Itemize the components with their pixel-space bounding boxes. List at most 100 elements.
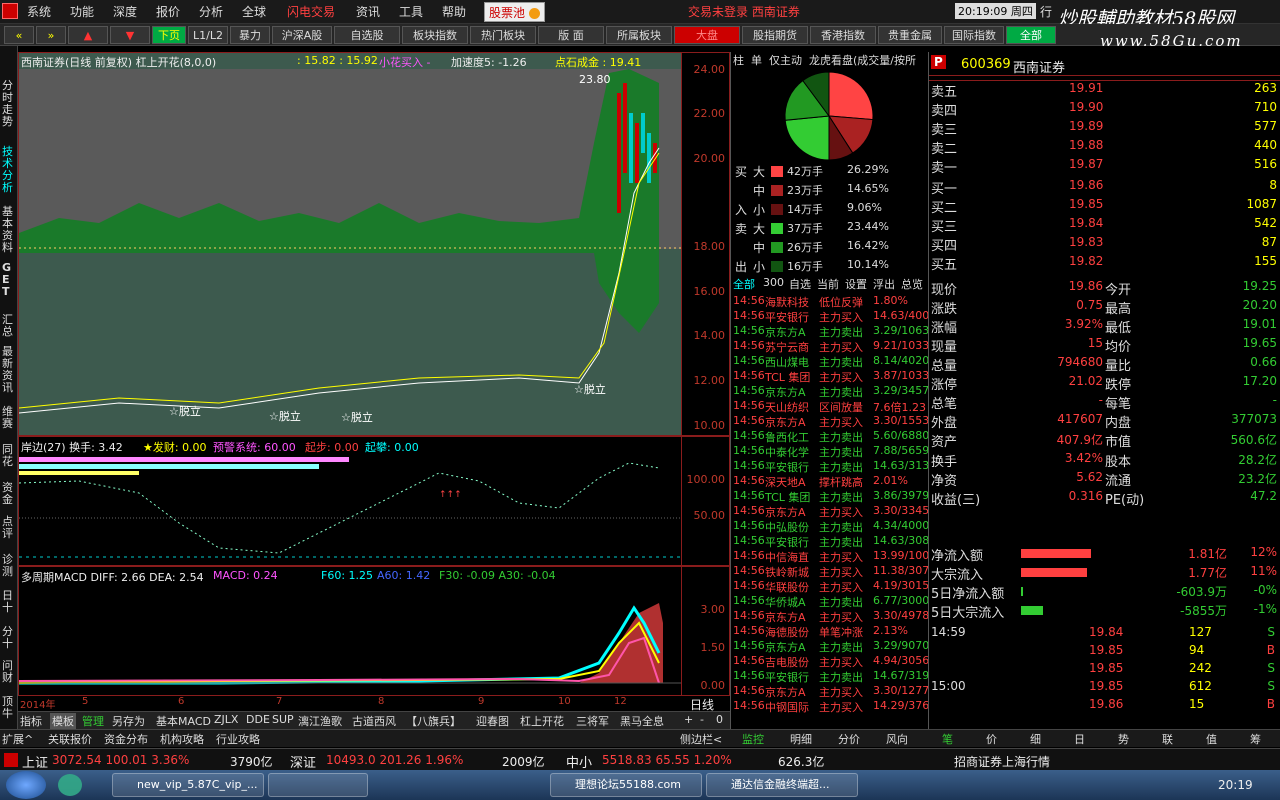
tab-industry[interactable]: 行业攻略 [216, 731, 260, 747]
browser-icon[interactable] [58, 774, 82, 796]
tab-related-quote[interactable]: 关联报价 [48, 731, 92, 747]
menu-news[interactable]: 资讯 [356, 3, 380, 20]
tab-sup[interactable]: SUP [272, 713, 294, 726]
tab-wind[interactable]: 风向 [886, 731, 908, 747]
tick-row[interactable]: 14:56 京东方A 主力卖出 3.29/1063 [731, 324, 929, 339]
tick-row[interactable]: 14:56 京东方A 主力买入 3.30/4978 [731, 609, 929, 624]
zoom-out-button[interactable]: - [700, 713, 704, 726]
watchlist-button[interactable]: 自选股 [334, 26, 400, 44]
tab-heima[interactable]: 黑马全息 [620, 713, 664, 729]
l1l2-button[interactable]: L1/L2 [188, 26, 228, 44]
tick-row[interactable]: 14:56 铁岭新城 主力买入 11.38/307 [731, 564, 929, 579]
tick-row[interactable]: 14:56 京东方A 主力卖出 3.29/9070 [731, 639, 929, 654]
tick-row[interactable]: 14:56 平安银行 主力卖出 14.63/313 [731, 459, 929, 474]
indicator-panel[interactable]: 岸边(27) 换手: 3.42 ★发财: 0.00 预警系统: 60.00 起步… [18, 436, 730, 566]
tab-trade[interactable]: 笔 [942, 731, 953, 747]
hot-sector-button[interactable]: 热门板块 [470, 26, 536, 44]
tab-gangshang[interactable]: 杠上开花 [520, 713, 564, 729]
tab-monitor[interactable]: 监控 [742, 731, 764, 747]
taskbar-item-tdx[interactable]: 通达信金融终端超... [706, 773, 858, 797]
menu-global[interactable]: 全球 [242, 3, 266, 20]
tick-row[interactable]: 14:56 中弘股份 主力卖出 4.34/4000 [731, 519, 929, 534]
tab-funds[interactable]: 资金 [2, 482, 16, 506]
subtab-all[interactable]: 全部 [733, 276, 755, 292]
tick-row[interactable]: 14:56 深天地A 撑杆跳高 2.01% [731, 474, 929, 489]
tab-yingchun[interactable]: 迎春图 [476, 713, 509, 729]
tab-base-macd[interactable]: 基本MACD [156, 713, 211, 729]
tab-rishi[interactable]: 日十 [2, 590, 16, 614]
subtab-current[interactable]: 当前 [817, 276, 839, 292]
tick-row[interactable]: 14:56 鲁西化工 主力卖出 5.60/6880 [731, 429, 929, 444]
tab-indicator[interactable]: 指标 [20, 713, 42, 729]
tab-price-dist[interactable]: 分价 [838, 731, 860, 747]
tab-dragon-tiger[interactable]: 龙虎看盘(成交量/按所 [809, 52, 916, 68]
subtab-overview[interactable]: 总览 [901, 276, 923, 292]
tick-row[interactable]: 14:56 京东方A 主力卖出 3.29/3457 [731, 384, 929, 399]
reset-button[interactable]: 0 [716, 713, 723, 726]
tab-fund-distribution[interactable]: 资金分布 [104, 731, 148, 747]
tab-tonghua[interactable]: 同花 [2, 444, 16, 468]
shsz-a-button[interactable]: 沪深A股 [272, 26, 332, 44]
arrow-up-icon[interactable]: ▲ [68, 26, 108, 44]
tab-wencai[interactable]: 问财 [2, 660, 16, 684]
tab-institution[interactable]: 机构攻略 [160, 731, 204, 747]
tick-row[interactable]: 14:56 中信海直 主力买入 13.99/100 [731, 549, 929, 564]
subtab-float[interactable]: 浮出 [873, 276, 895, 292]
layout-button[interactable]: 版 面 [538, 26, 604, 44]
kline-chart[interactable]: 23.80 ☆脱立 ☆脱立 ☆脱立 ☆脱立 [19, 53, 681, 437]
precious-metals-button[interactable]: 贵重金属 [878, 26, 942, 44]
start-button[interactable] [6, 771, 46, 799]
tick-row[interactable]: 14:56 平安银行 主力卖出 14.67/319 [731, 669, 929, 684]
tab-column[interactable]: 柱 [733, 52, 744, 68]
tab-link[interactable]: 联 [1162, 731, 1173, 747]
index-futures-button[interactable]: 股指期货 [742, 26, 808, 44]
tab-diagnose[interactable]: 诊测 [2, 554, 16, 578]
menu-tools[interactable]: 工具 [399, 3, 423, 20]
tab-template[interactable]: 模板 [50, 713, 76, 729]
tab-fine[interactable]: 细 [1030, 731, 1041, 747]
stock-pool-button[interactable]: 股票池 [484, 2, 545, 22]
taskbar-item-forum[interactable]: 理想论坛55188.com [550, 773, 702, 797]
tab-intraday[interactable]: 分时走势 [2, 80, 16, 128]
violence-button[interactable]: 暴力 [230, 26, 270, 44]
tab-detail[interactable]: 明细 [790, 731, 812, 747]
tick-row[interactable]: 14:56 中泰化学 主力卖出 7.88/5659 [731, 444, 929, 459]
tab-baqi[interactable]: 【八旗兵】 [406, 713, 461, 729]
taskbar-item-blank[interactable] [268, 773, 368, 797]
tab-single[interactable]: 单 [751, 52, 762, 68]
menu-help[interactable]: 帮助 [442, 3, 466, 20]
tick-row[interactable]: 14:56 平安银行 主力卖出 14.63/308 [731, 534, 929, 549]
tab-weisai[interactable]: 维赛 [2, 406, 16, 430]
tab-expand[interactable]: 扩展^ [2, 731, 33, 747]
kline-panel[interactable]: 西南证券(日线 前复权) 杠上开花(8,0,0) : 15.82 : 15.92… [18, 52, 730, 436]
tab-active-only[interactable]: 仅主动 [769, 52, 802, 68]
tab-chips[interactable]: 筹 [1250, 731, 1261, 747]
tab-fenshi[interactable]: 分十 [2, 626, 16, 650]
menu-system[interactable]: 系统 [27, 3, 51, 20]
zoom-in-button[interactable]: + [684, 713, 693, 726]
subtab-300[interactable]: 300 [763, 276, 784, 289]
tab-sanjiang[interactable]: 三将军 [576, 713, 609, 729]
tick-row[interactable]: 14:56 华联股份 主力买入 4.19/3015 [731, 579, 929, 594]
intl-index-button[interactable]: 国际指数 [944, 26, 1004, 44]
tick-row[interactable]: 14:56 海德股份 单笔冲涨 2.13% [731, 624, 929, 639]
page-prev-button[interactable]: » [36, 26, 66, 44]
tick-row[interactable]: 14:56 吉电股份 主力买入 4.94/3056 [731, 654, 929, 669]
market-button[interactable]: 大盘 [674, 26, 740, 44]
macd-panel[interactable]: 多周期MACD DIFF: 2.66 DEA: 2.54 MACD: 0.24 … [18, 566, 730, 696]
tab-summary[interactable]: 汇总 [2, 314, 16, 338]
tab-gudao[interactable]: 古道西风 [352, 713, 396, 729]
tab-zjlx[interactable]: ZJLX [214, 713, 238, 726]
tab-fundamentals[interactable]: 基本资料 [2, 206, 16, 254]
subtab-custom[interactable]: 自选 [789, 276, 811, 292]
menu-flash-trade[interactable]: 闪电交易 [287, 3, 335, 20]
sidebar-toggle[interactable]: 侧边栏< [680, 731, 722, 747]
tick-row[interactable]: 14:56 海默科技 低位反弹 1.80% [731, 294, 929, 309]
tab-get[interactable]: GET [2, 262, 16, 298]
page-first-button[interactable]: « [4, 26, 34, 44]
menu-analysis[interactable]: 分析 [199, 3, 223, 20]
tick-row[interactable]: 14:56 京东方A 主力买入 3.30/1553 [731, 414, 929, 429]
menu-right[interactable]: 行 [1040, 3, 1052, 20]
tick-row[interactable]: 14:56 华侨城A 主力卖出 6.77/3000 [731, 594, 929, 609]
taskbar-item-folder[interactable]: new_vip_5.87C_vip_... [112, 773, 264, 797]
